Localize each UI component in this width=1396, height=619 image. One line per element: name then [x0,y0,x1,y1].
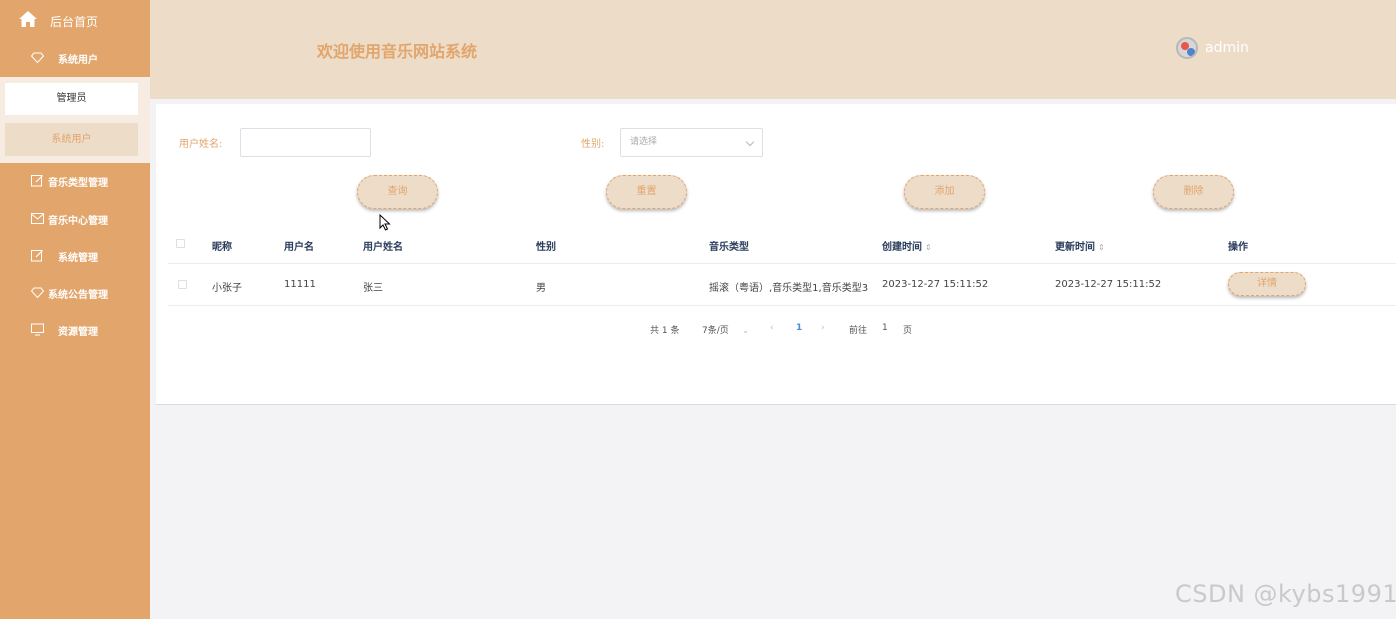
column-header-nickname: 昵称 [212,242,232,253]
watermark: CSDN @kybs1991 [1175,580,1396,608]
chevron-down-icon [745,137,755,147]
column-header-label: 创建时间 [882,242,922,253]
divider [168,305,1396,306]
sidebar-item-label: 音乐中心管理 [48,216,108,227]
home-icon [19,11,37,27]
next-page-icon[interactable]: › [821,323,825,333]
goto-page-input[interactable]: 1 [882,323,888,333]
goto-label: 前往 [849,326,868,336]
cell-music-type: 摇滚（粤语）,音乐类型1,音乐类型3 [709,283,869,294]
select-all-checkbox[interactable] [176,239,185,248]
page-size-select[interactable]: 7条/页 ⌄ [702,323,749,336]
query-button[interactable]: 查询 [357,175,438,209]
sidebar-item-label: 系统管理 [58,253,98,264]
monitor-icon [31,323,44,336]
add-button[interactable]: 添加 [904,175,985,209]
page-title: 欢迎使用音乐网站系统 [317,42,478,61]
cell-nickname: 小张子 [212,283,242,294]
mouse-cursor-icon [379,214,391,231]
cell-created: 2023-12-27 15:11:52 [882,279,989,290]
name-filter-label: 用户姓名: [179,139,223,150]
sort-icon[interactable]: ⇕ [925,243,932,252]
column-header-gender: 性别 [536,242,556,253]
page-size-value: 7条/页 [702,326,729,336]
sidebar-item-label: 音乐类型管理 [48,178,108,189]
name-filter-input[interactable] [240,128,371,157]
divider [168,263,1396,264]
reset-button[interactable]: 重置 [606,175,687,209]
diamond-icon [31,287,44,299]
gender-filter-label: 性别: [581,139,605,150]
sidebar-item-label: 系统公告管理 [48,290,108,301]
edit-icon [31,175,43,187]
sidebar-home[interactable]: 后台首页 [0,0,150,40]
cell-realname: 张三 [363,283,383,294]
column-header-created[interactable]: 创建时间 ⇕ [882,238,932,253]
sidebar-item-label: 资源管理 [58,327,98,338]
edit-icon [31,250,43,262]
column-header-label: 更新时间 [1055,242,1095,253]
main-panel: 用户姓名: 性别: 请选择 查询 重置 添加 删除 昵称 用户名 用户姓名 性别… [156,104,1396,405]
pagination-total: 共 1 条 [650,326,680,336]
cell-gender: 男 [536,283,546,294]
sidebar-item-resources[interactable]: 资源管理 [0,317,150,343]
sidebar-item-label: 系统用户 [58,55,98,66]
column-header-username: 用户名 [284,242,314,253]
goto-suffix: 页 [903,326,913,336]
current-page[interactable]: 1 [796,323,802,333]
gender-select-value: 请选择 [630,137,658,147]
column-header-actions: 操作 [1228,242,1248,253]
prev-page-icon[interactable]: ‹ [770,323,774,333]
sidebar-item-announcements[interactable]: 系统公告管理 [0,280,150,306]
column-header-realname: 用户姓名 [363,242,403,253]
row-checkbox[interactable] [178,280,187,289]
column-header-updated[interactable]: 更新时间 ⇕ [1055,238,1105,253]
chevron-down-icon: ⌄ [741,326,750,336]
column-header-music-type: 音乐类型 [709,242,749,253]
cell-username: 11111 [284,279,316,290]
sidebar-item-system-management[interactable]: 系统管理 [0,243,150,269]
top-header: 欢迎使用音乐网站系统 admin [150,0,1396,99]
username[interactable]: admin [1205,40,1249,56]
sidebar: 后台首页 系统用户 管理员 系统用户 音乐类型管理 音乐中心管理 系统管理 系统… [0,0,150,619]
sidebar-item-music-types[interactable]: 音乐类型管理 [0,168,150,194]
cell-updated: 2023-12-27 15:11:52 [1055,279,1162,290]
sidebar-item-music-center[interactable]: 音乐中心管理 [0,206,150,232]
message-icon [31,213,44,224]
gender-select[interactable]: 请选择 [620,128,763,157]
sidebar-item-system-users[interactable]: 系统用户 [0,45,150,71]
sidebar-home-label: 后台首页 [50,15,99,29]
details-button[interactable]: 详情 [1228,272,1306,296]
delete-button[interactable]: 删除 [1153,175,1234,209]
sort-icon[interactable]: ⇕ [1098,243,1105,252]
diamond-icon [31,52,44,64]
submenu-item-system-users[interactable]: 系统用户 [5,123,138,156]
avatar[interactable] [1176,37,1198,59]
submenu-item-admin[interactable]: 管理员 [5,83,138,115]
